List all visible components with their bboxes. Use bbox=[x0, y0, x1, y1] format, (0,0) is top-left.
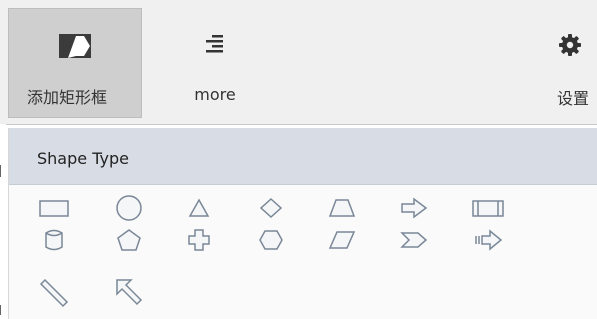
hexagon-shape-icon[interactable] bbox=[254, 225, 288, 255]
more-button[interactable]: more bbox=[180, 8, 250, 118]
shape-hexagon-arrow-icon bbox=[58, 31, 92, 61]
list-icon bbox=[204, 30, 226, 60]
cross-shape-icon[interactable] bbox=[182, 225, 216, 255]
add-rectangle-button[interactable]: 添加矩形框 bbox=[8, 8, 142, 118]
add-rectangle-label: 添加矩形框 bbox=[26, 88, 107, 107]
top-toolbar: 添加矩形框 more 设置 bbox=[0, 0, 597, 124]
cylinder-shape-icon[interactable] bbox=[37, 225, 71, 255]
pointer-arrow-shape-icon[interactable] bbox=[112, 278, 146, 308]
process-shape-icon[interactable] bbox=[471, 193, 505, 223]
parallelogram-shape-icon[interactable] bbox=[325, 225, 359, 255]
settings-button[interactable]: 设置 bbox=[540, 8, 597, 118]
trapezoid-shape-icon[interactable] bbox=[325, 193, 359, 223]
toolbar-divider bbox=[6, 124, 597, 125]
more-label: more bbox=[194, 85, 236, 104]
right-arrow-shape-icon[interactable] bbox=[397, 193, 431, 223]
striped-arrow-shape-icon[interactable] bbox=[471, 225, 505, 255]
panel-header: Shape Type bbox=[9, 128, 597, 185]
left-edge-tick bbox=[0, 165, 1, 177]
diamond-shape-icon[interactable] bbox=[254, 193, 288, 223]
settings-label: 设置 bbox=[556, 89, 589, 108]
rectangle-shape-icon[interactable] bbox=[37, 193, 71, 223]
chevron-shape-icon[interactable] bbox=[397, 225, 431, 255]
gear-icon bbox=[558, 30, 582, 60]
panel-title: Shape Type bbox=[37, 149, 129, 168]
pentagon-shape-icon[interactable] bbox=[112, 225, 146, 255]
left-edge-tick bbox=[0, 305, 1, 315]
triangle-shape-icon[interactable] bbox=[182, 193, 216, 223]
line-shape-icon[interactable] bbox=[37, 278, 71, 308]
shape-type-panel: Shape Type bbox=[8, 128, 597, 319]
ellipse-shape-icon[interactable] bbox=[112, 193, 146, 223]
